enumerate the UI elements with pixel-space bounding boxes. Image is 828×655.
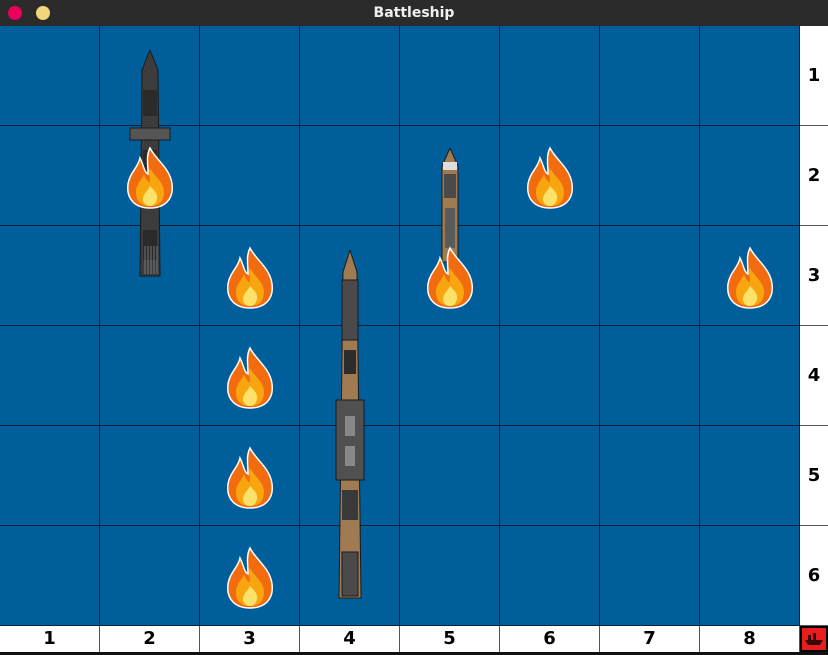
board-cell[interactable]: [400, 26, 500, 126]
board-cell[interactable]: [0, 126, 100, 226]
board-cell[interactable]: [600, 326, 700, 426]
board-cell[interactable]: [700, 326, 800, 426]
board-cell[interactable]: [100, 526, 200, 626]
row-label: 4: [800, 326, 828, 426]
board-cell[interactable]: [700, 126, 800, 226]
board-cell[interactable]: [600, 126, 700, 226]
board-cell[interactable]: [600, 26, 700, 126]
board-cell[interactable]: [600, 226, 700, 326]
board-cell[interactable]: [600, 426, 700, 526]
fire-icon: [222, 446, 278, 510]
column-label: 4: [300, 626, 400, 652]
fire-icon: [222, 246, 278, 310]
fire-icon: [422, 246, 478, 310]
column-label: 2: [100, 626, 200, 652]
board-cell[interactable]: [0, 326, 100, 426]
board-cell[interactable]: [300, 126, 400, 226]
board-cell[interactable]: [600, 526, 700, 626]
column-label: 8: [700, 626, 800, 652]
row-label: 2: [800, 126, 828, 226]
board-cell[interactable]: [400, 326, 500, 426]
board-cell[interactable]: [700, 26, 800, 126]
fire-icon: [522, 146, 578, 210]
board-cell[interactable]: [100, 326, 200, 426]
fire-icon: [222, 346, 278, 410]
board-cell[interactable]: [100, 426, 200, 526]
board-cell[interactable]: [500, 426, 600, 526]
game-board: [0, 26, 800, 626]
row-labels: 123456: [800, 26, 828, 626]
column-label: 5: [400, 626, 500, 652]
board-cell[interactable]: [0, 26, 100, 126]
fire-icon: [722, 246, 778, 310]
board-cell[interactable]: [400, 426, 500, 526]
column-label: 6: [500, 626, 600, 652]
column-label: 1: [0, 626, 100, 652]
column-labels: 12345678: [0, 626, 800, 652]
column-label: 7: [600, 626, 700, 652]
board-cell[interactable]: [500, 226, 600, 326]
board-cell[interactable]: [700, 526, 800, 626]
board-cell[interactable]: [0, 426, 100, 526]
board-cell[interactable]: [500, 326, 600, 426]
ship-icon: [802, 628, 826, 650]
row-label: 5: [800, 426, 828, 526]
row-label: 6: [800, 526, 828, 626]
board-cell[interactable]: [700, 426, 800, 526]
window-titlebar: Battleship: [0, 0, 828, 26]
board-cell[interactable]: [500, 26, 600, 126]
board-cell[interactable]: [400, 526, 500, 626]
board-cell[interactable]: [200, 26, 300, 126]
battleship: [331, 248, 369, 606]
row-label: 1: [800, 26, 828, 126]
board-cell[interactable]: [0, 526, 100, 626]
board-cell[interactable]: [200, 126, 300, 226]
row-label: 3: [800, 226, 828, 326]
column-label: 3: [200, 626, 300, 652]
fire-icon: [222, 546, 278, 610]
fire-icon: [122, 146, 178, 210]
board-cell[interactable]: [500, 526, 600, 626]
board-cell[interactable]: [0, 226, 100, 326]
window-title: Battleship: [373, 5, 455, 21]
board-cell[interactable]: [300, 26, 400, 126]
